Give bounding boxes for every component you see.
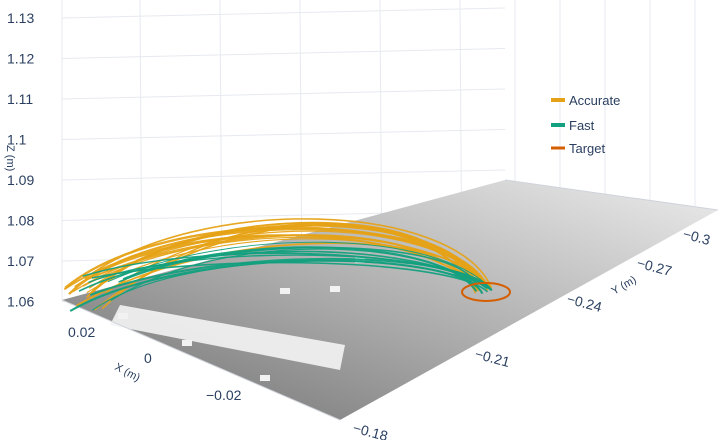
z-tick-label: 1.13 bbox=[7, 10, 34, 26]
y-tick-label: −0.24 bbox=[565, 290, 604, 315]
legend-label-fast: Fast bbox=[569, 118, 595, 133]
y-tick-label: −0.27 bbox=[635, 254, 674, 279]
z-tick-label: 1.09 bbox=[7, 172, 34, 188]
z-tick-label: 1.08 bbox=[7, 213, 34, 229]
z-tick-label: 1.12 bbox=[7, 51, 34, 67]
legend: Accurate Fast Target bbox=[551, 93, 620, 156]
z-tick-label: 1.11 bbox=[7, 91, 33, 107]
z-grid-line bbox=[61, 7, 506, 19]
z-axis-title: Z (m) bbox=[4, 145, 16, 171]
x-axis-title: X (m) bbox=[113, 361, 142, 384]
trajectory-3d-chart: 1.131.121.111.11.091.081.071.06 0.020−0.… bbox=[4, 0, 718, 440]
legend-item-fast[interactable]: Fast bbox=[551, 118, 595, 133]
x-tick-label: 0 bbox=[144, 350, 152, 366]
y-tick-label: −0.21 bbox=[473, 345, 512, 370]
x-tick-label: 0.02 bbox=[68, 324, 95, 340]
x-tick-label: −0.02 bbox=[206, 387, 242, 403]
legend-item-target[interactable]: Target bbox=[551, 141, 606, 156]
y-axis-title: Y (m) bbox=[610, 274, 639, 298]
floor-marker bbox=[330, 286, 340, 292]
z-grid-line bbox=[61, 129, 506, 140]
z-grid-line bbox=[61, 169, 506, 181]
legend-label-target: Target bbox=[569, 141, 606, 156]
z-grid-line bbox=[61, 88, 506, 100]
floor-marker bbox=[118, 313, 128, 319]
floor-plane bbox=[62, 180, 718, 420]
floor-surface bbox=[61, 179, 718, 421]
z-tick-label: 1.07 bbox=[7, 253, 34, 269]
y-tick-label: −0.3 bbox=[681, 225, 712, 248]
floor-marker bbox=[280, 288, 290, 294]
legend-item-accurate[interactable]: Accurate bbox=[551, 93, 620, 108]
z-tick-label: 1.06 bbox=[7, 294, 34, 310]
floor-marker bbox=[182, 340, 192, 346]
legend-label-accurate: Accurate bbox=[569, 93, 620, 108]
z-grid-line bbox=[61, 48, 506, 59]
y-tick-label: −0.18 bbox=[351, 419, 390, 440]
floor-marker bbox=[260, 375, 270, 381]
